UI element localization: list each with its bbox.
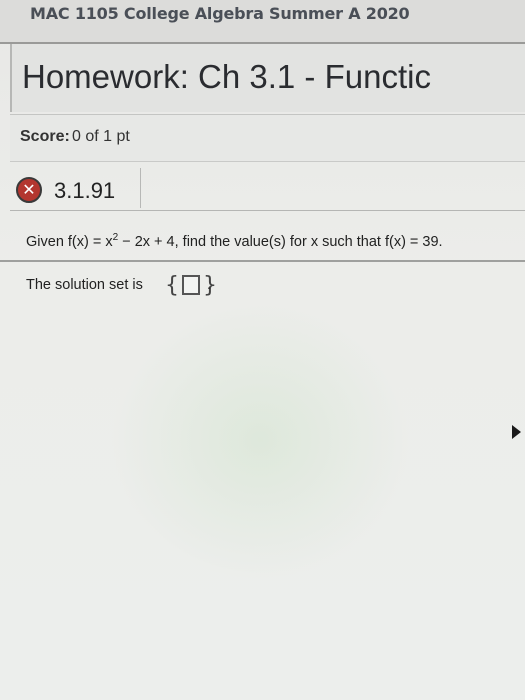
question-text: Given f(x) = x2 − 2x + 4, find the value… — [26, 232, 443, 250]
score-row: Score: 0 of 1 pt — [10, 114, 525, 162]
homework-title: Homework: Ch 3.1 - Functic — [22, 58, 431, 95]
mouse-cursor-icon — [512, 425, 521, 439]
course-title: MAC 1105 College Algebra Summer A 2020 — [30, 4, 410, 23]
x-circle-icon: ✕ — [16, 177, 42, 203]
question-suffix: − 2x + 4, find the value(s) for x such t… — [118, 233, 443, 250]
problem-row: ✕ 3.1.91 — [10, 164, 525, 211]
solution-label: The solution set is — [26, 277, 143, 293]
problem-id: 3.1.91 — [54, 178, 116, 203]
answer-input-box[interactable] — [182, 275, 200, 295]
course-bar: MAC 1105 College Algebra Summer A 2020 — [0, 0, 525, 44]
solution-period: . — [207, 277, 212, 293]
score-label: Score: — [20, 128, 70, 145]
score-value: 0 of 1 pt — [72, 128, 130, 145]
question-section: Given f(x) = x2 − 2x + 4, find the value… — [0, 212, 525, 262]
open-brace: { — [165, 272, 179, 298]
homework-header: Homework: Ch 3.1 - Functic — [10, 44, 525, 112]
problem-tab[interactable]: ✕ 3.1.91 — [12, 168, 141, 208]
screen-glare — [110, 300, 410, 580]
question-prefix: Given f(x) = x — [26, 233, 113, 250]
